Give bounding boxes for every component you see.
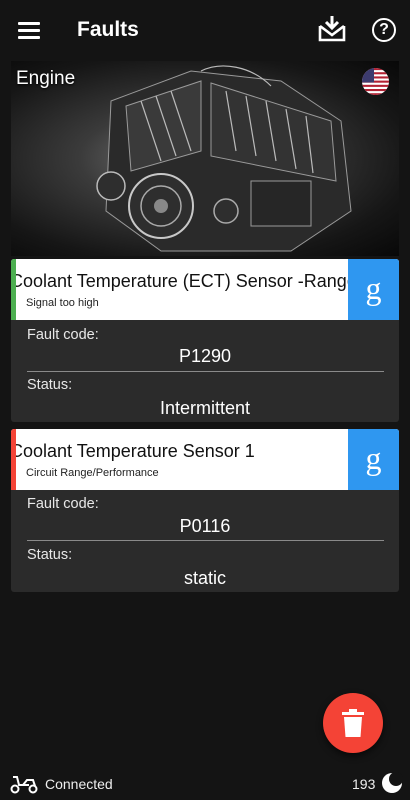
google-icon: g [365, 270, 382, 306]
google-search-button[interactable]: g [348, 259, 399, 320]
engine-illustration [96, 65, 352, 252]
page-title: Faults [77, 18, 139, 41]
data-count: 193 [352, 776, 376, 792]
status-value: static [183, 568, 226, 588]
fault-card-header: Coolant Temperature (ECT) Sensor -Range … [11, 259, 399, 320]
status-label: Status: [27, 547, 73, 563]
fault-name: Coolant Temperature (ECT) Sensor -Range [16, 271, 351, 291]
us-flag-icon[interactable] [362, 68, 389, 95]
fault-card-header: Coolant Temperature Sensor 1 Circuit Ran… [11, 429, 399, 490]
status-label: Status: [27, 377, 73, 393]
fault-code-value: P1290 [178, 346, 232, 366]
connection-status: Connected [45, 776, 113, 792]
status-bar: Connected 193 [0, 768, 410, 800]
menu-icon[interactable] [16, 18, 42, 42]
fault-card[interactable]: Coolant Temperature Sensor 1 Circuit Ran… [11, 429, 399, 592]
divider [27, 371, 384, 372]
help-icon[interactable]: ? [372, 18, 396, 42]
fault-card[interactable]: Coolant Temperature (ECT) Sensor -Range … [11, 259, 399, 422]
fault-description: Signal too high [26, 297, 99, 309]
fault-code-value: P0116 [179, 516, 231, 536]
fault-name: Coolant Temperature Sensor 1 [16, 441, 255, 461]
fault-code-label: Fault code: [27, 496, 99, 512]
fault-code-label: Fault code: [27, 327, 99, 343]
scooter-icon [10, 776, 38, 794]
google-search-button[interactable]: g [348, 429, 399, 490]
status-value: Intermittent [159, 398, 251, 418]
app-bar: Faults ? [0, 0, 410, 60]
google-icon: g [365, 440, 382, 476]
engine-hero-image: Engine [11, 61, 399, 256]
download-icon[interactable] [316, 14, 350, 44]
moon-icon[interactable] [381, 772, 403, 794]
trash-icon [342, 709, 364, 737]
delete-faults-button[interactable] [323, 693, 383, 753]
divider [27, 540, 384, 541]
fault-description: Circuit Range/Performance [26, 467, 159, 479]
engine-title: Engine [16, 68, 76, 89]
